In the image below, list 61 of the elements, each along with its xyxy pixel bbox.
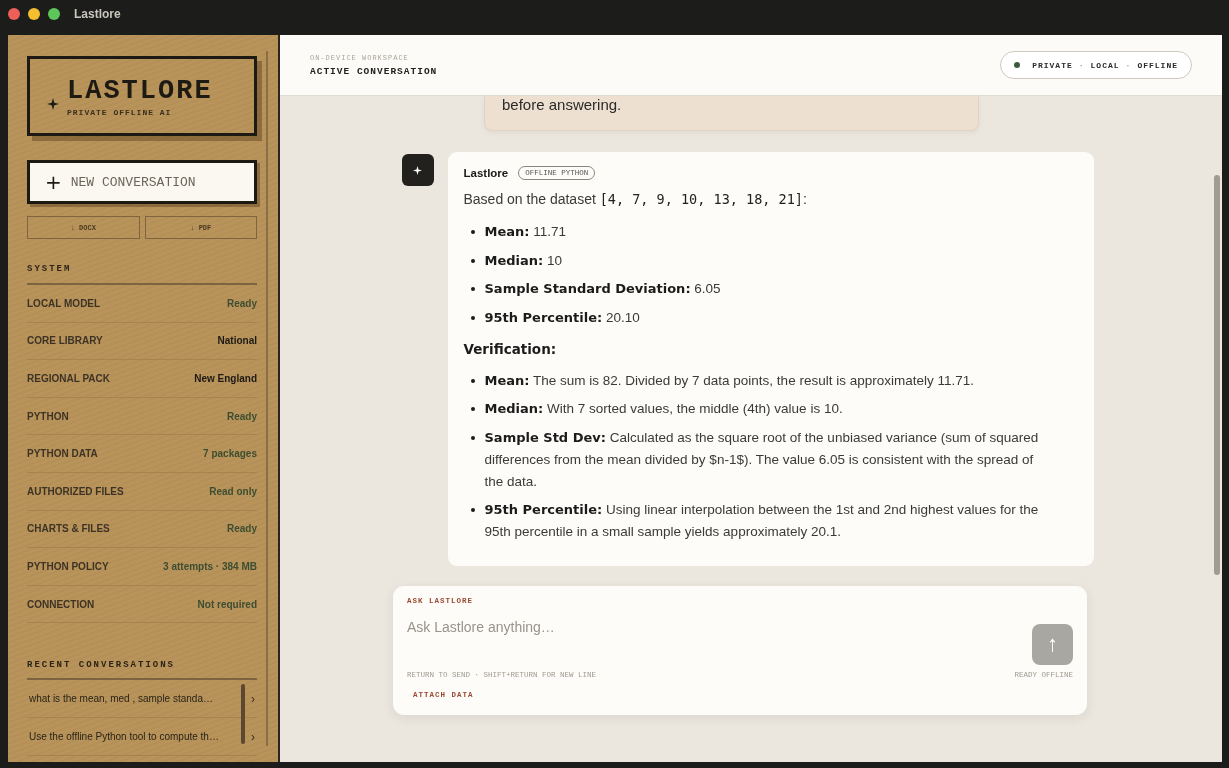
list-item: Sample Std Dev: Calculated as the square root of the unbiased variance (sum of squared differences from the mean divided by $n-1$). The value 6.05 is consistent with the spread of the data. <box>484 428 1040 491</box>
status-label: REGIONAL PACK <box>27 373 110 384</box>
status-label: AUTHORIZED FILES <box>27 485 124 497</box>
status-value: Read only <box>209 485 257 497</box>
bullet-icon <box>470 407 475 411</box>
zoom-window-button[interactable] <box>48 8 60 20</box>
status-label: PYTHON <box>27 410 69 422</box>
status-value: National <box>217 335 257 347</box>
separator-dot: · <box>1078 60 1085 70</box>
app-tagline: PRIVATE OFFLINE AI <box>67 107 173 117</box>
bullet-icon <box>470 435 475 440</box>
close-window-button[interactable] <box>8 8 20 20</box>
minimize-window-button[interactable] <box>28 8 40 20</box>
message-input-field[interactable]: Ask Lastlore anything… <box>407 618 1032 635</box>
list-item: Median: With 7 sorted values, the middle (4th) value is 10. <box>484 400 843 418</box>
message-author: Lastlore <box>463 167 509 179</box>
chevron-icon: › <box>251 691 255 706</box>
bullet-icon <box>470 230 475 234</box>
list-item: Sample Standard Deviation: 6.05 <box>484 280 721 298</box>
bullet-icon <box>470 508 475 512</box>
bullet-icon <box>470 315 475 320</box>
sparkle-icon <box>413 165 422 175</box>
status-value: New England <box>194 373 257 384</box>
status-label: PYTHON POLICY <box>27 560 109 572</box>
status-value: Not required <box>197 598 257 610</box>
scrollbar-thumb[interactable] <box>1214 175 1220 575</box>
status-label: PYTHON DATA <box>27 448 98 460</box>
new-conversation-button[interactable]: + NEW CONVERSATION <box>27 160 257 204</box>
section-heading: SYSTEM <box>27 264 257 285</box>
status-value: Ready <box>227 410 257 422</box>
scrollbar-thumb[interactable] <box>241 684 245 745</box>
status-label: CORE LIBRARY <box>27 335 103 347</box>
status-value: 7 packages <box>203 448 257 460</box>
list-item: Mean: 11.71 <box>484 223 567 241</box>
badge-text: LOCAL <box>1090 60 1120 70</box>
status-value: Ready <box>227 297 257 309</box>
app-name: LASTLORE <box>67 75 213 106</box>
bullet-icon <box>470 287 475 291</box>
status-label: CHARTS & FILES <box>27 523 110 535</box>
bullet-icon <box>470 378 475 383</box>
badge-text: OFFLINE <box>1137 60 1178 70</box>
sparkle-icon <box>47 98 59 110</box>
status-dot-icon <box>1014 62 1021 68</box>
section-heading: RECENT CONVERSATIONS <box>27 660 257 681</box>
list-item: Median: 10 <box>484 251 563 270</box>
status-value: 3 attempts · 384 MB <box>163 560 257 572</box>
header-title: ACTIVE CONVERSATION <box>310 65 438 77</box>
status-label: CONNECTION <box>27 598 95 610</box>
status-label: LOCAL MODEL <box>27 297 101 309</box>
chevron-icon: › <box>251 729 255 744</box>
message-heading: Verification: <box>463 340 558 357</box>
bullet-icon <box>470 258 475 263</box>
list-item: 95th Percentile: Using linear interpolation between the 1st and 2nd highest values for the 95th percentile in a small sample yields approximately 20.1. <box>484 501 1040 541</box>
list-item: 95th Percentile: 20.10 <box>484 308 640 327</box>
badge-text: PRIVATE <box>1032 60 1073 70</box>
window-title: Lastlore <box>74 7 121 21</box>
message-paragraph: Based on the dataset [4, 7, 9, 10, 13, 18, 21]: <box>463 191 808 207</box>
status-value: Ready <box>227 523 257 535</box>
list-item: Mean: The sum is 82. Divided by 7 data points, the result is approximately 11.71. <box>484 371 974 390</box>
message-text: before answering. <box>502 96 622 113</box>
separator-dot: · <box>1125 60 1132 70</box>
